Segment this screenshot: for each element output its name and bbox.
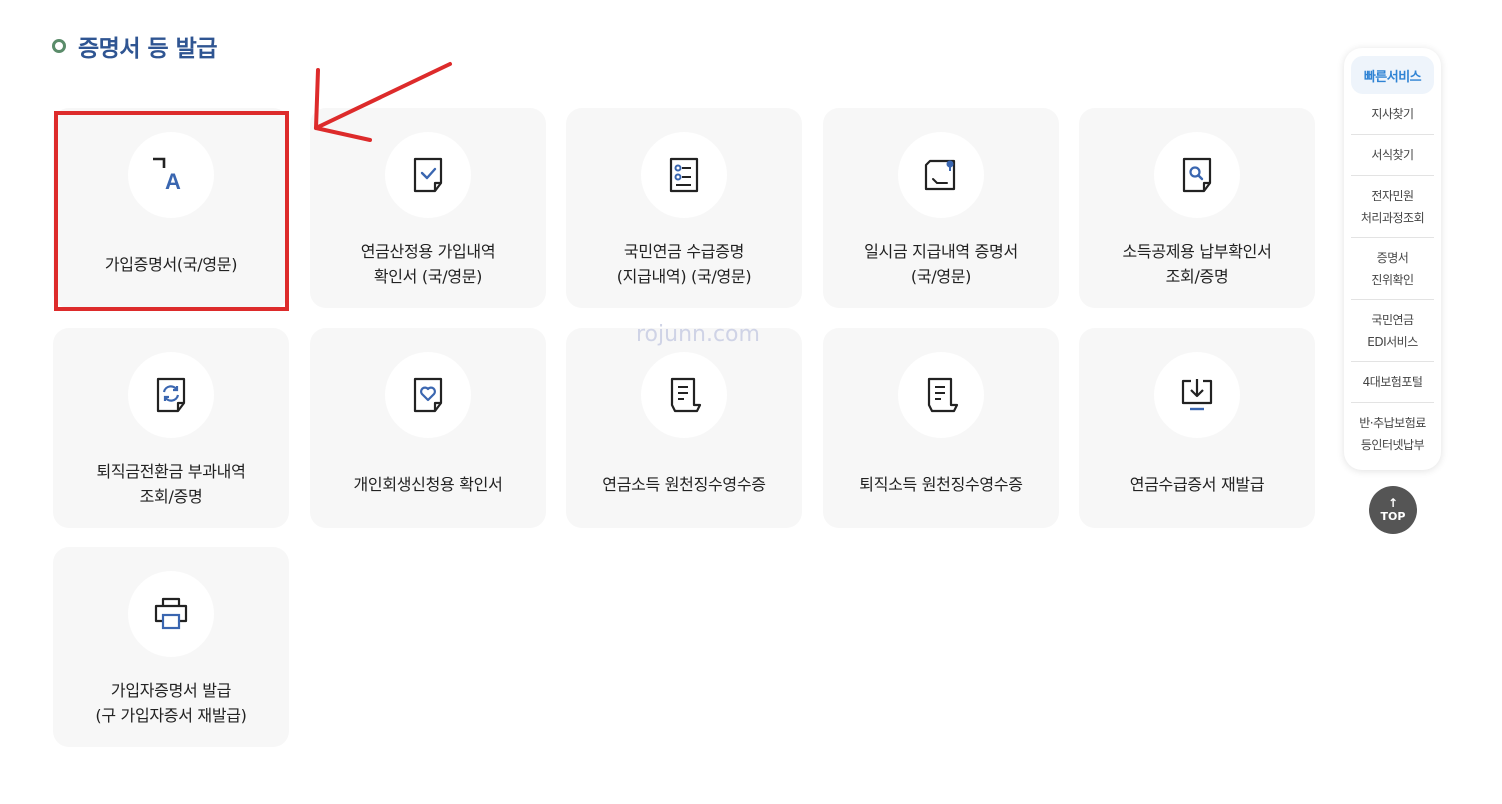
printer-icon — [128, 571, 214, 657]
card-label: 연금소득 원천징수영수증 — [602, 474, 766, 494]
card-retirement-conversion-charges[interactable]: 퇴직금전환금 부과내역 조회/증명 — [53, 328, 289, 528]
card-label: 연금수급증서 재발급 — [1129, 474, 1265, 494]
card-pension-enrollment-statement[interactable]: 연금산정용 가입내역 확인서 (국/영문) — [310, 108, 546, 308]
card-personal-rehabilitation-confirmation[interactable]: 개인회생신청용 확인서 — [310, 328, 546, 528]
translate-icon: A — [128, 132, 214, 218]
card-label: 소득공제용 납부확인서 조회/증명 — [1122, 242, 1272, 286]
quick-item-branch-finder[interactable]: 지사찾기 — [1351, 94, 1434, 135]
card-lump-sum-payment-certificate[interactable]: 일시금 지급내역 증명서 (국/영문) — [823, 108, 1059, 308]
card-retirement-income-withholding-receipt[interactable]: 퇴직소득 원천징수영수증 — [823, 328, 1059, 528]
svg-text:A: A — [165, 169, 181, 194]
card-label: 퇴직금전환금 부과내역 조회/증명 — [96, 462, 246, 506]
card-label: 가입증명서(국/영문) — [104, 254, 238, 274]
card-label: 연금산정용 가입내역 확인서 (국/영문) — [360, 242, 496, 286]
document-check-icon — [385, 132, 471, 218]
document-search-icon — [1154, 132, 1240, 218]
card-pension-income-withholding-receipt[interactable]: 연금소득 원천징수영수증 — [566, 328, 802, 528]
top-button-label: TOP — [1380, 510, 1406, 523]
arrow-up-icon: ↑ — [1387, 496, 1399, 510]
section-title-text: 증명서 등 발급 — [78, 36, 217, 62]
card-pension-certificate-reissue[interactable]: 연금수급증서 재발급 — [1079, 328, 1315, 528]
document-refresh-icon — [128, 352, 214, 438]
document-list-icon — [641, 132, 727, 218]
card-pension-receipt-certificate[interactable]: 국민연금 수급증명 (지급내역) (국/영문) — [566, 108, 802, 308]
quick-item-certificate-verification[interactable]: 증명서 진위확인 — [1351, 238, 1434, 300]
document-heart-icon — [385, 352, 471, 438]
card-label: 퇴직소득 원천징수영수증 — [859, 474, 1023, 494]
watermark-text: rojunn.com — [636, 322, 760, 347]
card-income-deduction-payment[interactable]: 소득공제용 납부확인서 조회/증명 — [1079, 108, 1315, 308]
card-membership-certificate[interactable]: A 가입증명서(국/영문) — [53, 108, 289, 308]
quick-service-panel: 빠른서비스 지사찾기 서식찾기 전자민원 처리과정조회 증명서 진위확인 국민연… — [1344, 48, 1441, 470]
download-icon — [1154, 352, 1240, 438]
card-subscriber-certificate-issue[interactable]: 가입자증명서 발급 (구 가입자증서 재발급) — [53, 547, 289, 747]
quick-item-civil-complaint-status[interactable]: 전자민원 처리과정조회 — [1351, 176, 1434, 238]
card-label: 일시금 지급내역 증명서 (국/영문) — [864, 242, 1018, 286]
card-label: 개인회생신청용 확인서 — [353, 474, 503, 494]
quick-item-form-finder[interactable]: 서식찾기 — [1351, 135, 1434, 176]
document-pin-icon — [898, 132, 984, 218]
quick-item-four-insurance-portal[interactable]: 4대보험포털 — [1351, 362, 1434, 403]
card-label: 국민연금 수급증명 (지급내역) (국/영문) — [616, 242, 752, 286]
title-bullet-icon — [52, 39, 66, 53]
card-label: 가입자증명서 발급 (구 가입자증서 재발급) — [95, 681, 247, 725]
receipt-icon — [898, 352, 984, 438]
quick-item-internet-payment[interactable]: 반·추납보험료 등인터넷납부 — [1351, 403, 1434, 464]
section-title: 증명서 등 발급 — [52, 28, 217, 64]
quick-service-header[interactable]: 빠른서비스 — [1351, 56, 1434, 94]
quick-item-edi-service[interactable]: 국민연금 EDI서비스 — [1351, 300, 1434, 362]
receipt-icon — [641, 352, 727, 438]
scroll-top-button[interactable]: ↑ TOP — [1369, 486, 1417, 534]
